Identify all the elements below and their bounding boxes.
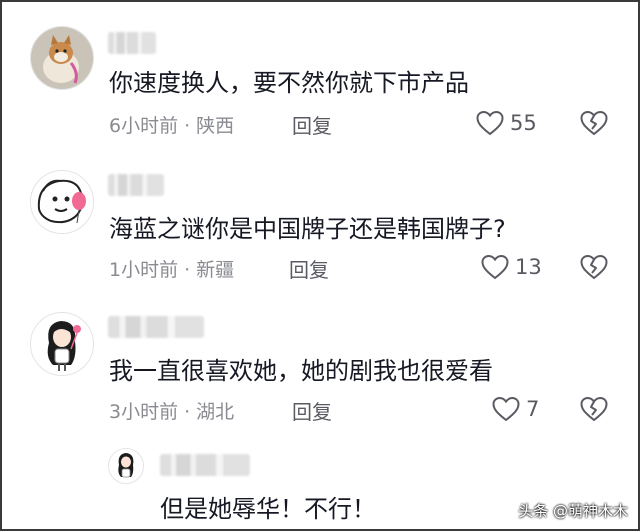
- meta-separator: ·: [184, 115, 191, 137]
- avatar-dog-image: [31, 27, 93, 89]
- heart-outline-icon: [481, 254, 509, 280]
- comment-text: 你速度换人，要不然你就下市产品: [109, 69, 469, 97]
- comment-time: 3小时前: [109, 401, 179, 423]
- avatar[interactable]: [30, 312, 94, 376]
- reply-avatar[interactable]: [108, 448, 144, 484]
- comment-meta: 6小时前 · 陕西: [109, 114, 234, 138]
- comment-time: 1小时前: [109, 259, 179, 281]
- comment-location: 新疆: [196, 259, 235, 281]
- meta-separator: ·: [184, 401, 191, 423]
- avatar-girl-image: [109, 449, 143, 483]
- username-blurred[interactable]: [160, 454, 250, 476]
- reply-button[interactable]: 回复: [289, 258, 329, 282]
- dislike-button[interactable]: [580, 254, 608, 284]
- dislike-button[interactable]: [580, 110, 608, 140]
- like-count: 7: [526, 397, 540, 421]
- reply-text: 但是她辱华！不行！: [160, 495, 376, 523]
- username-blurred[interactable]: [108, 32, 156, 54]
- comment-location: 陕西: [196, 115, 235, 137]
- dislike-button[interactable]: [580, 396, 608, 426]
- broken-heart-icon: [580, 110, 608, 136]
- avatar-girl-image: [31, 313, 93, 375]
- comment-meta: 3小时前 · 湖北: [109, 400, 234, 424]
- avatar[interactable]: [30, 26, 94, 90]
- like-count: 13: [515, 255, 542, 279]
- comment-text: 海蓝之谜你是中国牌子还是韩国牌子?: [109, 215, 506, 243]
- username-blurred[interactable]: [108, 316, 204, 338]
- watermark: 头条 @萌神木木: [518, 502, 628, 520]
- avatar-cartoon-image: [31, 171, 93, 233]
- comment-text: 我一直很喜欢她，她的剧我也很爱看: [109, 357, 493, 385]
- broken-heart-icon: [580, 396, 608, 422]
- comment-meta: 1小时前 · 新疆: [109, 258, 234, 282]
- heart-outline-icon: [492, 396, 520, 422]
- username-blurred[interactable]: [108, 174, 164, 196]
- comment-location: 湖北: [196, 401, 235, 423]
- heart-outline-icon: [476, 110, 504, 136]
- comment-time: 6小时前: [109, 115, 179, 137]
- broken-heart-icon: [580, 254, 608, 280]
- like-button[interactable]: 55: [476, 110, 537, 136]
- meta-separator: ·: [184, 259, 191, 281]
- like-button[interactable]: 13: [481, 254, 542, 280]
- reply-button[interactable]: 回复: [292, 400, 332, 424]
- comment-list: 你速度换人，要不然你就下市产品 6小时前 · 陕西 回复 55 海蓝之谜你是中国牌子…: [0, 0, 640, 531]
- like-button[interactable]: 7: [492, 396, 539, 422]
- like-count: 55: [510, 111, 537, 135]
- avatar[interactable]: [30, 170, 94, 234]
- reply-button[interactable]: 回复: [292, 114, 332, 138]
